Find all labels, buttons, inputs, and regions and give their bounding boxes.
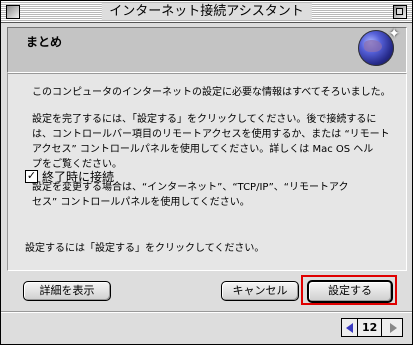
previous-page-icon[interactable] <box>346 322 353 333</box>
page-navigator: 12 <box>341 318 403 337</box>
pager-separator <box>381 319 383 336</box>
connect-on-exit-row[interactable]: ✓ 終了時に接続 <box>25 168 114 185</box>
footer-divider-highlight <box>1 312 412 313</box>
sparkle-icon: ✦ <box>388 26 400 42</box>
zoom-box[interactable] <box>393 5 407 19</box>
connect-on-exit-label[interactable]: 終了時に接続 <box>42 168 114 185</box>
pager-separator <box>357 319 358 336</box>
next-page-icon[interactable] <box>390 322 398 333</box>
close-box[interactable] <box>6 5 20 19</box>
title-bar[interactable]: インターネット接続アシスタント <box>1 1 412 23</box>
setup-hint: 設定するには「設定する」をクリックしてください。 <box>25 243 265 254</box>
paragraph-3-line-2: セス” コントロールパネルを使用してください。 <box>32 197 250 208</box>
paragraph-2-line-2: は、コントロールバー項目のリモートアクセスを使用するか、または “リモート <box>32 129 390 140</box>
summary-paragraph-2: 設定を完了するには、「設定する」をクリックしてください。後で接続するに は、コン… <box>32 112 400 172</box>
show-details-button[interactable]: 詳細を表示 <box>23 281 111 301</box>
cancel-button[interactable]: キャンセル <box>221 281 299 301</box>
setup-button[interactable]: 設定する <box>307 280 393 303</box>
step-title: まとめ <box>26 35 63 49</box>
connect-on-exit-checkbox[interactable]: ✓ <box>25 170 38 183</box>
page-number: 12 <box>362 321 378 334</box>
paragraph-2-line-1: 設定を完了するには、「設定する」をクリックしてください。後で接続するに <box>32 114 377 125</box>
summary-paragraph-1: このコンピュータのインターネットの設定に必要な情報はすべてそろいました。 <box>32 87 391 98</box>
assistant-window: インターネット接続アシスタント まとめ ✦ このコンピュータのインターネットの設… <box>0 0 413 345</box>
window-title: インターネット接続アシスタント <box>101 3 312 20</box>
paragraph-2-line-3: アクセス” コントロールパネルを使用してください。詳しくは Mac OS ヘル <box>32 144 374 155</box>
step-header: まとめ ✦ <box>7 26 407 73</box>
